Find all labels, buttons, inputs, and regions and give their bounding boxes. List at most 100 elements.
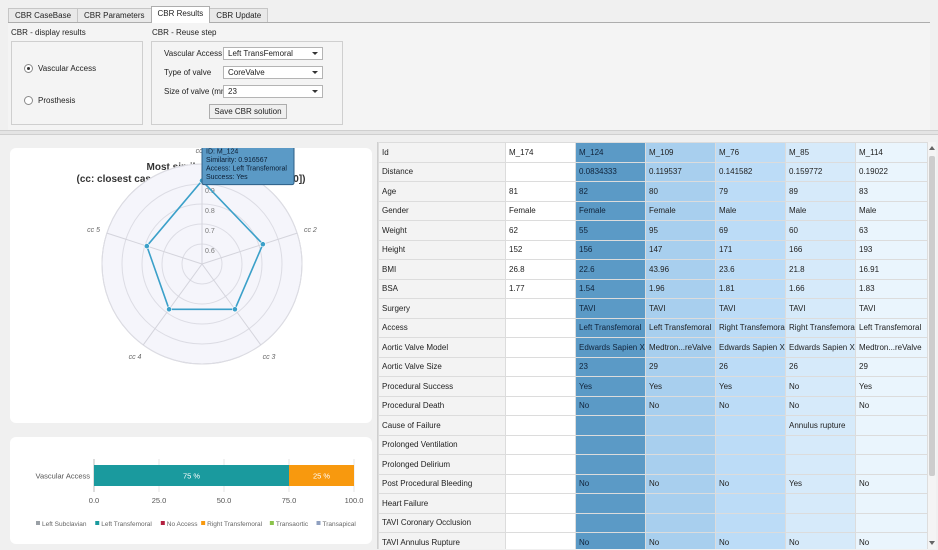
table-cell[interactable]: 152 [505,239,576,260]
table-cell[interactable]: Male [855,200,927,221]
table-cell[interactable] [505,512,576,533]
table-cell[interactable] [575,512,646,533]
table-cell[interactable]: 26 [715,356,786,377]
table-cell[interactable]: 23 [575,356,646,377]
table-row-header[interactable]: TAVI Annulus Rupture [378,532,506,549]
table-cell[interactable] [505,434,576,455]
table-cell[interactable] [645,454,716,475]
table-cell[interactable]: 1.83 [855,278,927,299]
table-cell[interactable]: 80 [645,181,716,202]
table-cell[interactable]: Left Transfemoral [575,317,646,338]
table-cell[interactable] [575,415,646,436]
table-scrollbar[interactable] [927,142,936,549]
table-cell[interactable]: 79 [715,181,786,202]
table-cell[interactable]: 0.119537 [645,161,716,182]
table-cell[interactable]: Medtron...reValve [855,337,927,358]
table-row-header[interactable]: Height [378,239,506,260]
table-cell[interactable]: No [855,532,927,549]
table-cell[interactable] [505,161,576,182]
radio-vascular-access[interactable]: Vascular Access [24,64,96,73]
table-cell[interactable]: Female [645,200,716,221]
table-cell[interactable]: 1.54 [575,278,646,299]
table-cell[interactable]: Right Transfemoral [785,317,856,338]
table-cell[interactable]: Yes [785,473,856,494]
table-cell[interactable]: M_85 [785,142,856,163]
table-cell[interactable]: 0.0834333 [575,161,646,182]
table-cell[interactable]: 62 [505,220,576,241]
table-cell[interactable]: 69 [715,220,786,241]
table-cell[interactable] [505,337,576,358]
type-of-valve-select[interactable]: CoreValve [223,66,323,79]
table-row-header[interactable]: Distance [378,161,506,182]
table-cell[interactable]: 95 [645,220,716,241]
table-row-header[interactable]: BMI [378,259,506,280]
table-cell[interactable]: 16.91 [855,259,927,280]
table-cell[interactable] [715,512,786,533]
table-cell[interactable]: 29 [645,356,716,377]
table-cell[interactable]: No [575,532,646,549]
table-cell[interactable] [715,415,786,436]
table-row-header[interactable]: TAVI Coronary Occlusion [378,512,506,533]
table-row-header[interactable]: Prolonged Ventilation [378,434,506,455]
table-cell[interactable] [715,493,786,514]
table-cell[interactable]: 60 [785,220,856,241]
table-cell[interactable]: Edwards Sapien XT [785,337,856,358]
table-cell[interactable]: Edwards Sapien XT [715,337,786,358]
table-cell[interactable] [505,415,576,436]
table-cell[interactable]: Edwards Sapien XT [575,337,646,358]
table-cell[interactable] [645,512,716,533]
table-cell[interactable] [855,493,927,514]
table-cell[interactable]: 81 [505,181,576,202]
table-row-header[interactable]: Age [378,181,506,202]
table-cell[interactable]: 0.159772 [785,161,856,182]
table-cell[interactable] [505,317,576,338]
table-cell[interactable]: No [715,532,786,549]
table-row-header[interactable]: Access [378,317,506,338]
table-row-header[interactable]: Post Procedural Bleeding [378,473,506,494]
table-cell[interactable]: Female [575,200,646,221]
table-cell[interactable] [855,454,927,475]
table-cell[interactable]: 63 [855,220,927,241]
table-cell[interactable]: Male [715,200,786,221]
table-cell[interactable]: Annulus rupture [785,415,856,436]
table-cell[interactable]: 82 [575,181,646,202]
table-cell[interactable] [645,493,716,514]
table-cell[interactable]: Female [505,200,576,221]
scroll-down-icon[interactable] [929,541,935,545]
table-cell[interactable]: 166 [785,239,856,260]
table-cell[interactable] [645,434,716,455]
table-cell[interactable]: 1.77 [505,278,576,299]
scrollbar-thumb[interactable] [929,156,935,476]
table-cell[interactable]: No [855,395,927,416]
table-cell[interactable] [715,434,786,455]
splitter-handle[interactable] [0,130,938,135]
table-cell[interactable]: 23.6 [715,259,786,280]
table-cell[interactable]: No [715,473,786,494]
table-cell[interactable]: No [645,532,716,549]
table-cell[interactable]: Yes [575,376,646,397]
vascular-access-select[interactable]: Left TransFemoral [223,47,323,60]
table-row-header[interactable]: Id [378,142,506,163]
table-cell[interactable] [785,512,856,533]
table-cell[interactable] [785,454,856,475]
table-row-header[interactable]: Cause of Failure [378,415,506,436]
table-cell[interactable] [855,415,927,436]
table-cell[interactable]: No [785,376,856,397]
table-cell[interactable] [505,376,576,397]
table-row-header[interactable]: Procedural Death [378,395,506,416]
table-cell[interactable] [505,356,576,377]
table-cell[interactable]: M_109 [645,142,716,163]
tab-cbr-results[interactable]: CBR Results [150,6,211,23]
table-cell[interactable]: Yes [855,376,927,397]
table-cell[interactable] [505,454,576,475]
table-cell[interactable]: No [575,473,646,494]
scroll-up-icon[interactable] [929,146,935,150]
table-cell[interactable]: No [855,473,927,494]
table-cell[interactable]: 43.96 [645,259,716,280]
table-cell[interactable]: Yes [715,376,786,397]
table-cell[interactable]: 26.8 [505,259,576,280]
table-cell[interactable]: 171 [715,239,786,260]
table-cell[interactable]: M_124 [575,142,646,163]
table-row-header[interactable]: Surgery [378,298,506,319]
table-cell[interactable]: 193 [855,239,927,260]
